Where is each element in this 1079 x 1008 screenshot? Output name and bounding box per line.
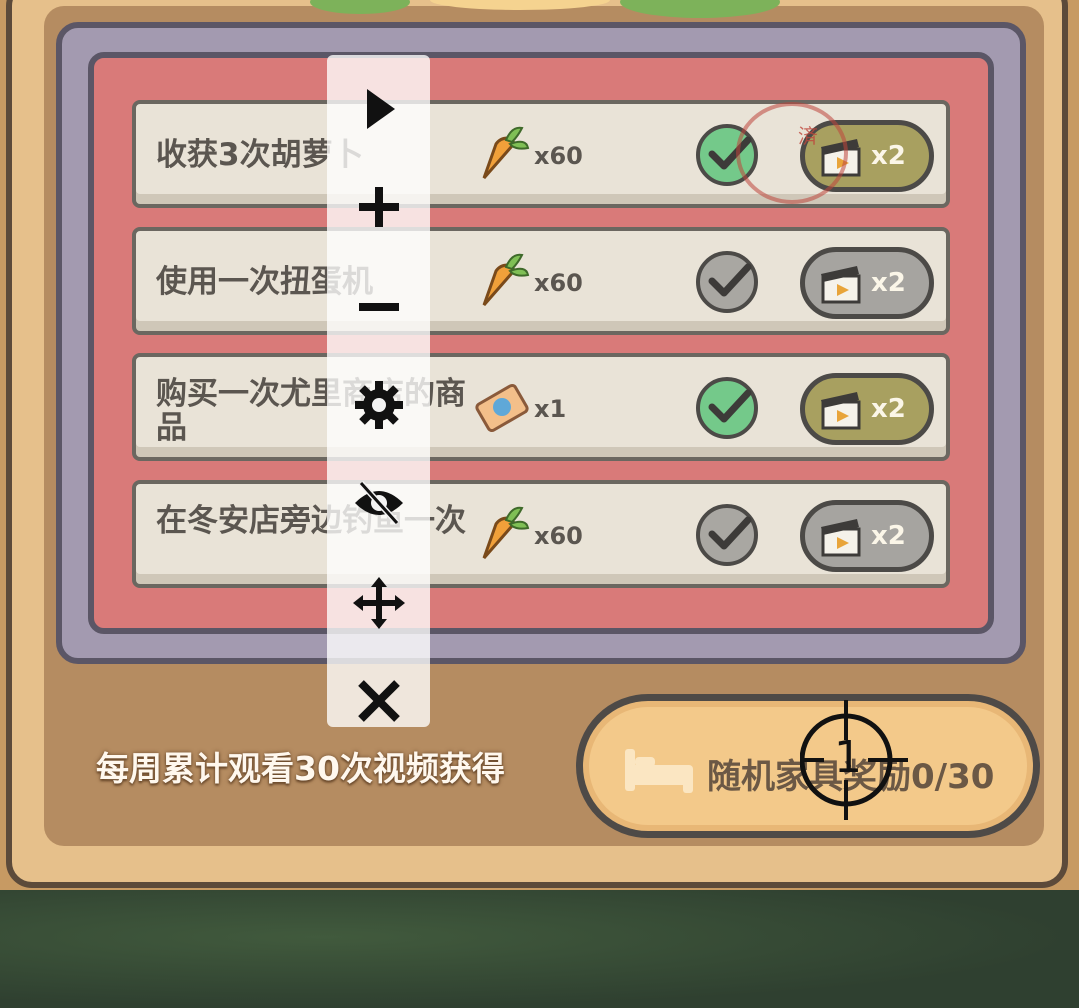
reward-count: x1 bbox=[534, 395, 567, 423]
video-double-button[interactable]: x2 bbox=[800, 373, 934, 445]
background-grass bbox=[0, 890, 1079, 1008]
clapperboard-icon bbox=[821, 519, 861, 557]
play-icon[interactable] bbox=[353, 83, 405, 135]
check-icon bbox=[696, 251, 758, 313]
clapperboard-icon bbox=[821, 266, 861, 304]
reward-count: x60 bbox=[534, 269, 583, 297]
ticket-icon bbox=[475, 383, 529, 433]
carrot-icon bbox=[482, 126, 530, 179]
check-icon bbox=[696, 504, 758, 566]
crosshair-label: 1 bbox=[834, 732, 862, 783]
carrot-icon bbox=[482, 506, 530, 559]
plus-icon[interactable] bbox=[353, 181, 405, 233]
gear-icon[interactable] bbox=[353, 379, 405, 431]
video-multiplier: x2 bbox=[871, 141, 906, 171]
move-icon[interactable] bbox=[353, 577, 405, 629]
reward-count: x60 bbox=[534, 522, 583, 550]
video-multiplier: x2 bbox=[871, 394, 906, 424]
floating-toolbar bbox=[327, 55, 430, 727]
task-row: 在冬安店旁边钓鱼一次 x60 x2 bbox=[132, 480, 950, 588]
header-decoration bbox=[310, 0, 780, 18]
video-double-button[interactable]: x2 bbox=[800, 500, 934, 572]
eye-off-icon[interactable] bbox=[353, 477, 405, 529]
minus-icon[interactable] bbox=[353, 281, 405, 333]
carrot-icon bbox=[482, 253, 530, 306]
bed-icon bbox=[625, 749, 693, 793]
close-icon[interactable] bbox=[353, 675, 405, 727]
stamp-text: 済 bbox=[798, 124, 818, 148]
weekly-reward-label: 每周累计观看30次视频获得 bbox=[96, 749, 505, 788]
video-double-button[interactable]: x2 bbox=[800, 247, 934, 319]
reward-count: x60 bbox=[534, 142, 583, 170]
clapperboard-icon bbox=[821, 392, 861, 430]
video-multiplier: x2 bbox=[871, 268, 906, 298]
completed-stamp: 済 bbox=[736, 102, 848, 204]
check-icon bbox=[696, 377, 758, 439]
task-row: 购买一次尤里商店的商品 x1 x2 bbox=[132, 353, 950, 461]
video-multiplier: x2 bbox=[871, 521, 906, 551]
task-row: 使用一次扭蛋机 x60 x2 bbox=[132, 227, 950, 335]
